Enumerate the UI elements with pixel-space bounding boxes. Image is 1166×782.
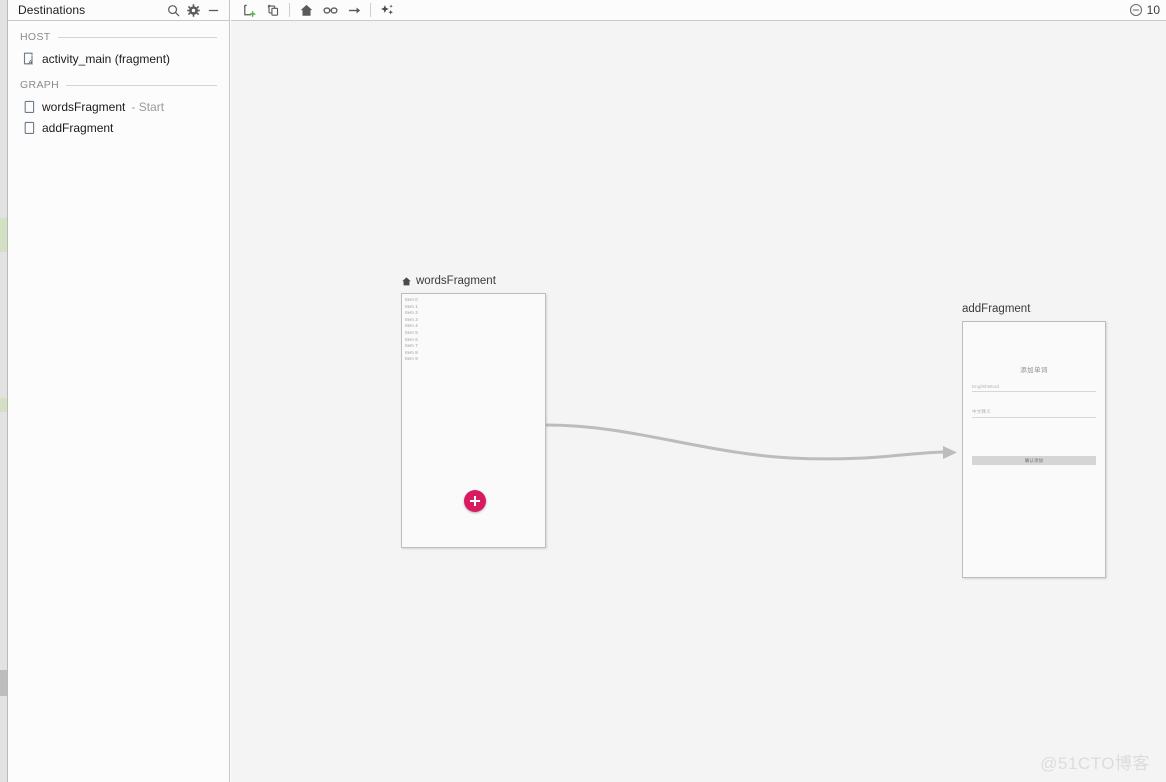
fragment-icon bbox=[23, 121, 36, 135]
svg-text:A: A bbox=[28, 59, 33, 66]
list-item: Item 5 bbox=[405, 329, 418, 335]
section-divider bbox=[57, 36, 217, 38]
zoom-controls: 10 bbox=[1129, 3, 1166, 17]
english-word-placeholder: EnglishWord bbox=[972, 384, 1000, 389]
add-word-form: 添加单词 EnglishWord 中文释义 确认添加 bbox=[963, 322, 1105, 577]
list-item: Item 3 bbox=[405, 316, 418, 322]
chinese-meaning-placeholder: 中文释义 bbox=[972, 409, 991, 414]
preview-item-list: Item 0 Item 1 Item 2 Item 3 Item 4 Item … bbox=[405, 297, 542, 363]
list-item: Item 0 bbox=[405, 297, 418, 302]
section-label: HOST bbox=[20, 31, 51, 43]
gutter-scrollbar-thumb[interactable] bbox=[0, 670, 7, 696]
zoom-level-label: 10 bbox=[1146, 3, 1160, 17]
toolbar-divider bbox=[289, 3, 290, 17]
destinations-panel-header: Destinations bbox=[8, 0, 229, 21]
destinations-panel: Destinations HOST A activity_main (fragm… bbox=[8, 0, 230, 782]
link-icon[interactable] bbox=[318, 0, 342, 20]
minimize-icon[interactable] bbox=[203, 1, 223, 19]
destination-addfragment[interactable]: addFragment 添加单词 EnglishWord 中文释义 确认添加 bbox=[962, 302, 1106, 578]
destination-label-row: addFragment bbox=[962, 302, 1106, 316]
plus-icon bbox=[474, 496, 476, 506]
new-destination-icon[interactable] bbox=[237, 0, 261, 20]
section-label: GRAPH bbox=[20, 79, 60, 91]
list-item: Item 2 bbox=[405, 310, 418, 316]
navigation-editor-toolbar: 10 bbox=[231, 0, 1166, 21]
start-destination-badge: - Start bbox=[131, 99, 165, 114]
section-header-graph: GRAPH bbox=[8, 74, 229, 96]
destination-preview-wordsfragment[interactable]: Item 0 Item 1 Item 2 Item 3 Item 4 Item … bbox=[401, 293, 546, 548]
sidebar-item-wordsfragment[interactable]: wordsFragment - Start bbox=[8, 96, 229, 117]
zoom-out-icon[interactable] bbox=[1129, 3, 1143, 17]
section-graph: GRAPH wordsFragment - Start addFragment bbox=[8, 74, 229, 138]
sidebar-item-label: addFragment bbox=[42, 120, 114, 135]
form-title: 添加单词 bbox=[1020, 367, 1048, 374]
list-item: Item 1 bbox=[405, 303, 418, 309]
section-header-host: HOST bbox=[8, 26, 229, 48]
destination-label: wordsFragment bbox=[416, 275, 496, 287]
confirm-add-button[interactable]: 确认添加 bbox=[972, 456, 1096, 465]
list-item: Item 9 bbox=[405, 356, 418, 362]
fragment-icon bbox=[23, 100, 36, 114]
activity-icon: A bbox=[23, 52, 36, 66]
list-item: Item 7 bbox=[405, 343, 418, 349]
toolbar-divider bbox=[370, 3, 371, 17]
sidebar-item-label: wordsFragment bbox=[42, 99, 126, 114]
watermark: @51CTO博客 bbox=[1040, 754, 1150, 773]
home-icon[interactable] bbox=[294, 0, 318, 20]
gear-icon[interactable] bbox=[183, 1, 203, 19]
confirm-add-label: 确认添加 bbox=[1024, 457, 1044, 463]
section-divider bbox=[66, 84, 217, 86]
arrow-icon[interactable] bbox=[342, 0, 366, 20]
list-item: Item 8 bbox=[405, 349, 418, 355]
search-icon[interactable] bbox=[163, 1, 183, 19]
home-icon bbox=[401, 276, 412, 287]
navigation-graph-canvas[interactable]: wordsFragment Item 0 Item 1 Item 2 Item … bbox=[231, 21, 1166, 782]
list-item: Item 4 bbox=[405, 323, 418, 329]
destination-label: addFragment bbox=[962, 303, 1031, 315]
floating-action-button[interactable] bbox=[464, 490, 486, 512]
auto-arrange-icon[interactable] bbox=[375, 0, 399, 20]
sidebar-item-addfragment[interactable]: addFragment bbox=[8, 117, 229, 138]
panel-title: Destinations bbox=[18, 3, 86, 17]
list-item: Item 6 bbox=[405, 336, 418, 342]
destination-label-row: wordsFragment bbox=[401, 274, 546, 288]
sidebar-item-label: activity_main (fragment) bbox=[42, 51, 171, 66]
destination-preview-addfragment[interactable]: 添加单词 EnglishWord 中文释义 确认添加 bbox=[962, 321, 1106, 578]
vcs-change-marker bbox=[0, 218, 7, 252]
destination-wordsfragment[interactable]: wordsFragment Item 0 Item 1 Item 2 Item … bbox=[401, 274, 546, 548]
sidebar-item-activity-main[interactable]: A activity_main (fragment) bbox=[8, 48, 229, 69]
section-host: HOST A activity_main (fragment) bbox=[8, 26, 229, 69]
chinese-meaning-field[interactable]: 中文释义 bbox=[972, 409, 1096, 418]
vcs-change-marker bbox=[0, 398, 7, 412]
english-word-field[interactable]: EnglishWord bbox=[972, 384, 1096, 392]
new-nested-graph-icon[interactable] bbox=[261, 0, 285, 20]
ide-gutter-strip[interactable] bbox=[0, 0, 8, 782]
